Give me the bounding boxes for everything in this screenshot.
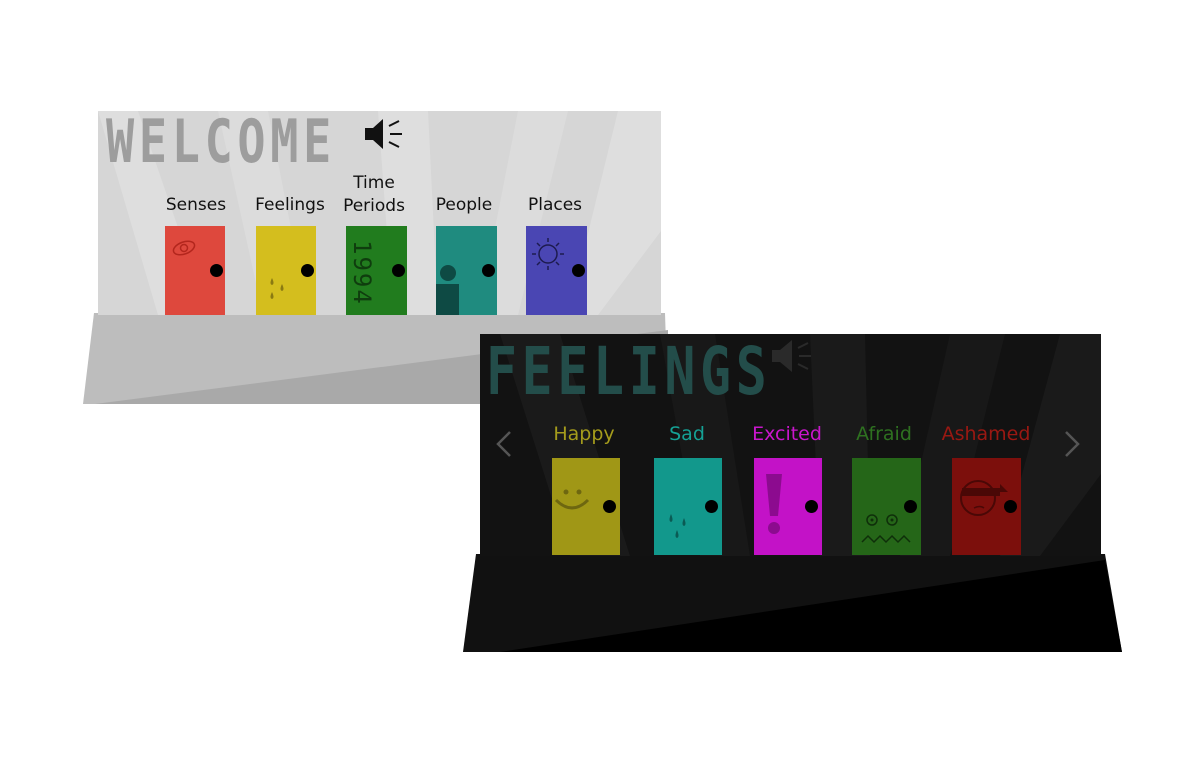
page-title: FEELINGS [486, 334, 772, 410]
door-excited[interactable] [754, 458, 822, 555]
door-sad[interactable] [654, 458, 722, 555]
speaker-icon[interactable] [770, 338, 814, 378]
door-ashamed[interactable] [952, 458, 1021, 555]
door-label-excited: Excited [752, 423, 822, 445]
door-happy[interactable] [552, 458, 620, 555]
door-label-ashamed: Ashamed [941, 423, 1031, 445]
feelings-screen: FEELINGS Happy Sad Excited Afraid Ashame… [480, 334, 1101, 556]
chevron-right-icon[interactable] [1062, 430, 1082, 462]
chevron-left-icon[interactable] [494, 430, 514, 462]
door-label-happy: Happy [553, 423, 615, 445]
door-label-afraid: Afraid [856, 423, 912, 445]
door-afraid[interactable] [852, 458, 921, 555]
door-label-sad: Sad [669, 423, 705, 445]
